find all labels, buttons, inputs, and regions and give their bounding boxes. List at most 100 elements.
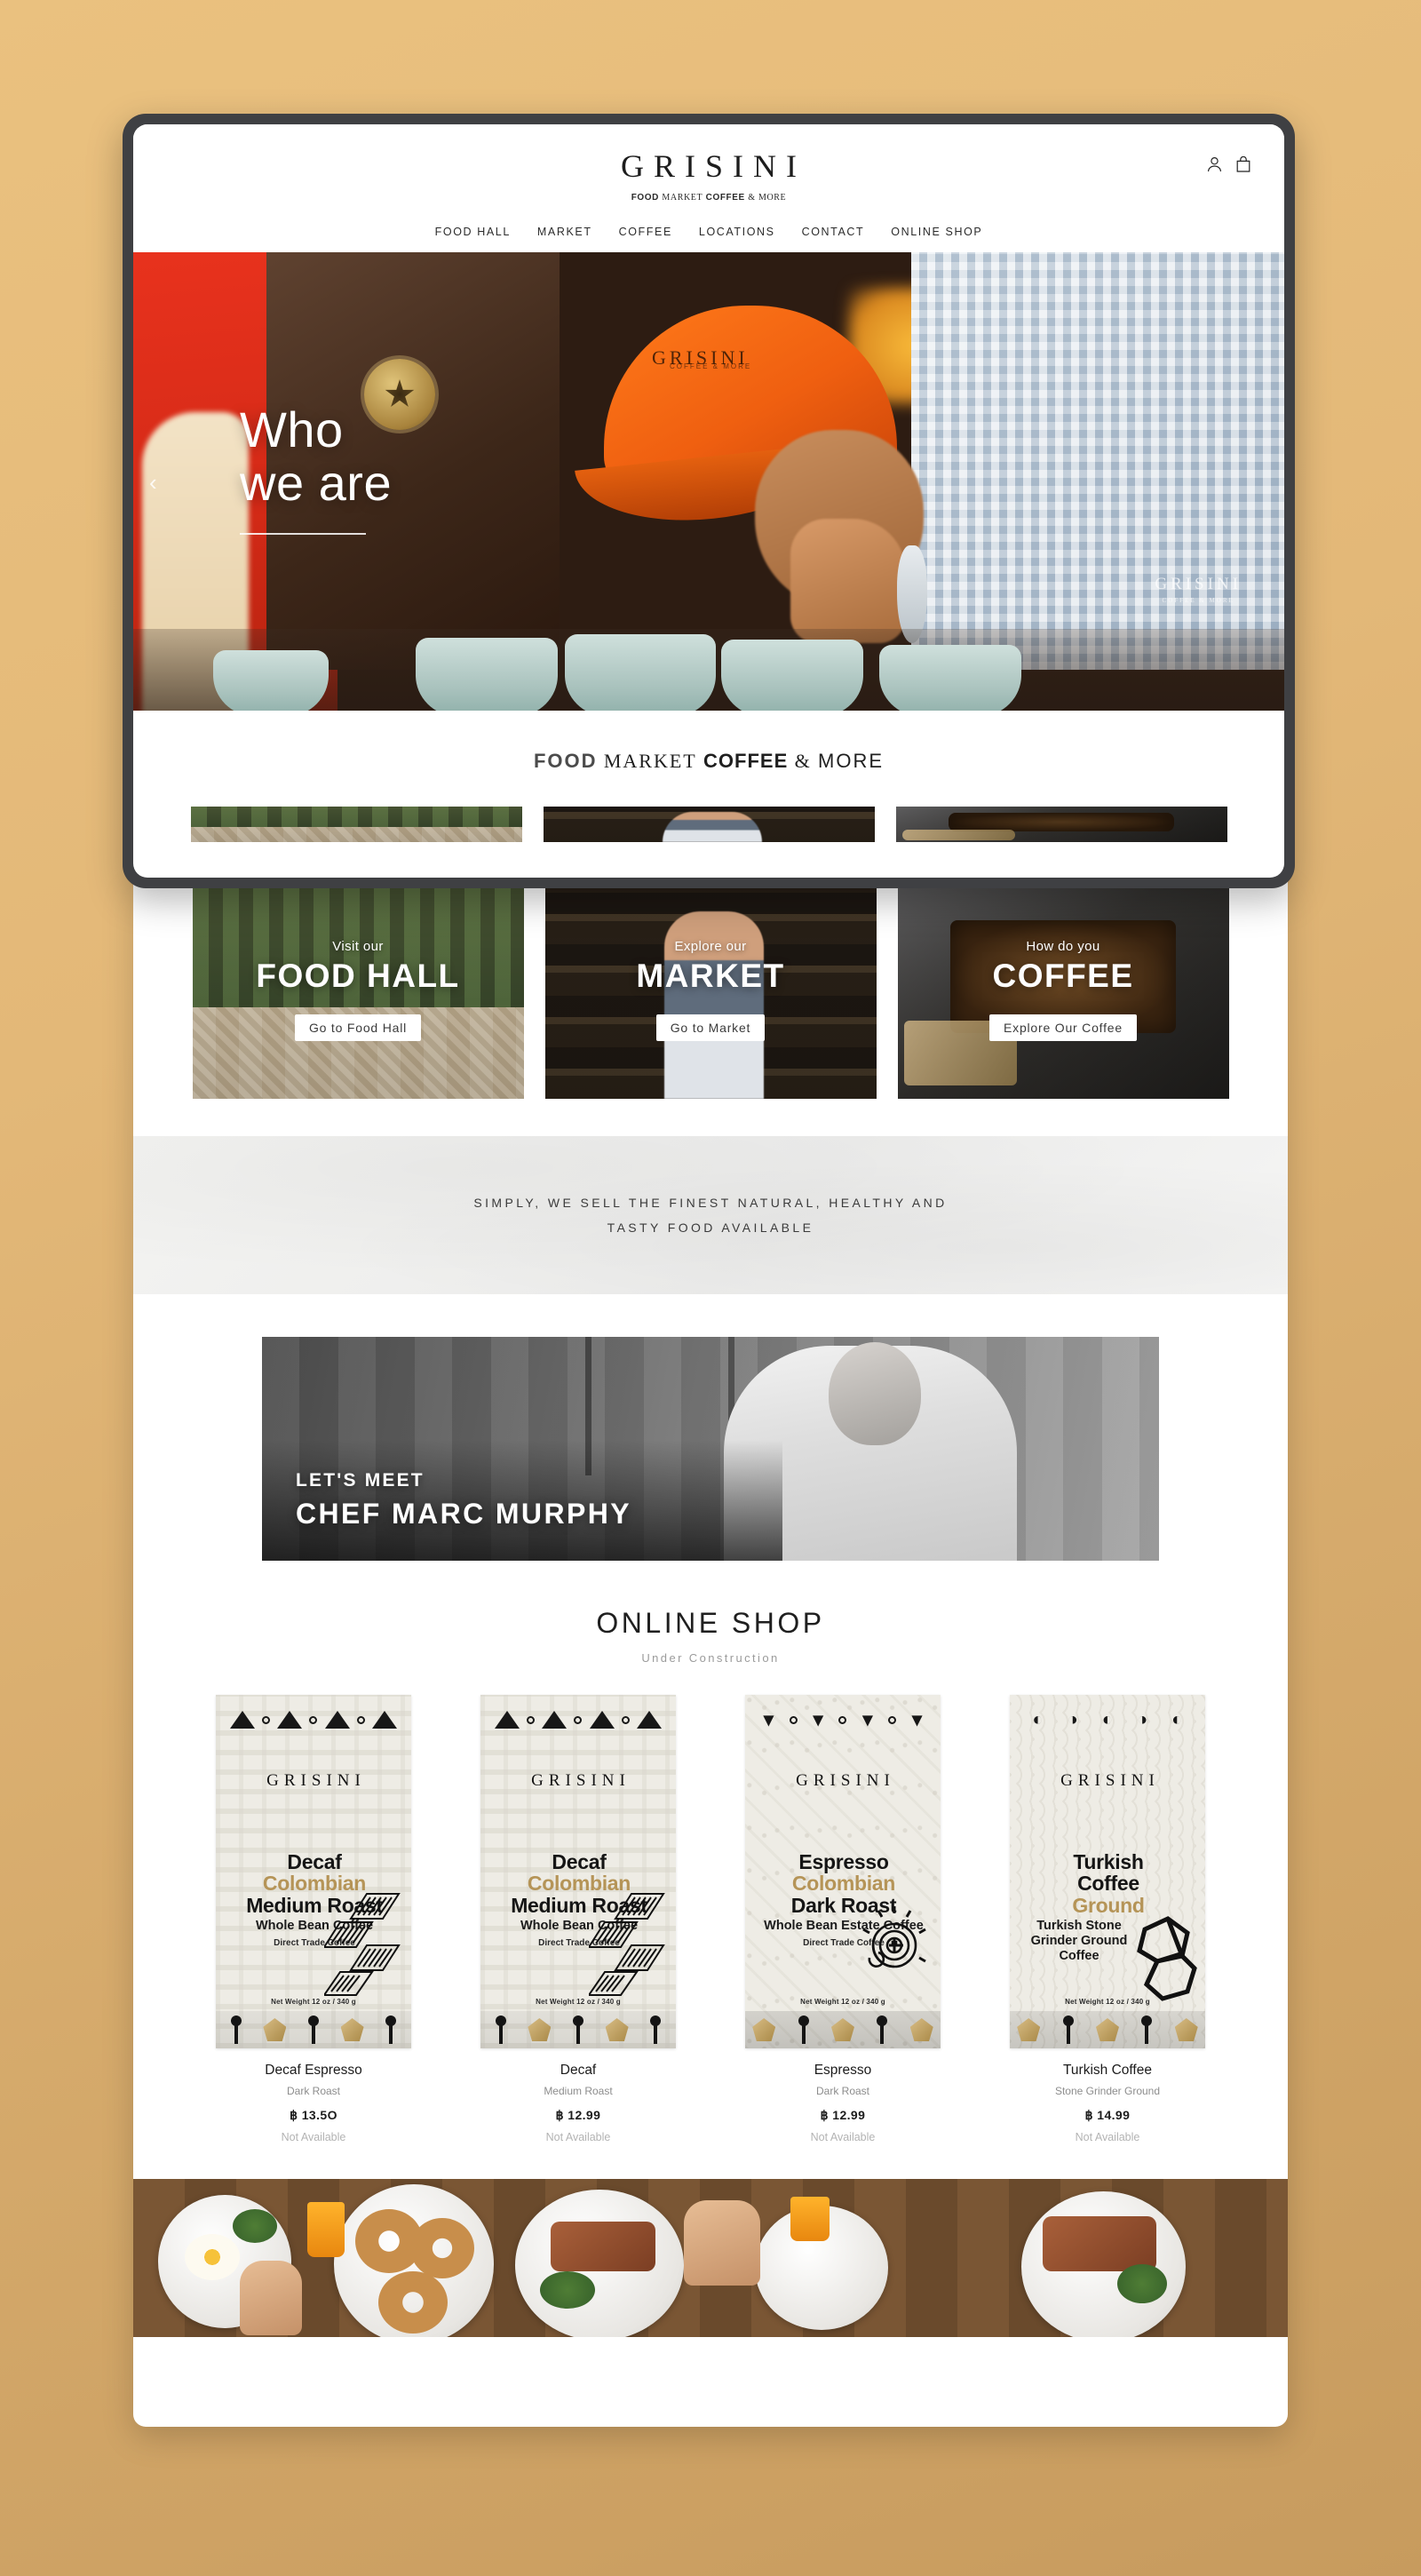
fan-icon: ◑ bbox=[1137, 1710, 1148, 1729]
fan-icon: ◐ bbox=[1171, 1710, 1183, 1729]
feature-card-photo bbox=[895, 807, 1227, 842]
bag-bottom-motif bbox=[480, 2011, 676, 2048]
triangle-icon bbox=[324, 1711, 350, 1729]
bag-line-2: Colombian bbox=[791, 1872, 896, 1896]
bag-net-weight: Net Weight 12 oz / 340 g bbox=[271, 1998, 356, 2006]
hero-photo-hand bbox=[790, 519, 906, 643]
circle-icon bbox=[838, 1715, 847, 1724]
logo-tagline-food: FOOD bbox=[631, 193, 660, 203]
product-name: Espresso bbox=[814, 2063, 872, 2078]
bag-net-weight: Net Weight 12 oz / 340 g bbox=[536, 1998, 621, 2006]
online-shop-title: ONLINE SHOP bbox=[596, 1607, 825, 1639]
mission-quote-line-2: TASTY FOOD AVAILABLE bbox=[607, 1220, 814, 1235]
triangle-icon bbox=[371, 1711, 397, 1729]
crown-icon: ▾ bbox=[763, 1708, 774, 1730]
food-photo-strip bbox=[133, 2179, 1288, 2337]
triangle-icon bbox=[589, 1711, 615, 1729]
pin-icon bbox=[1133, 2015, 1160, 2044]
pin-icon bbox=[642, 2015, 669, 2044]
feature-card-title: COFFEE bbox=[992, 958, 1134, 994]
logo-block[interactable]: GRISINI FOOD MARKET COFFEE & MORE bbox=[133, 147, 1284, 203]
crown-icon: ▾ bbox=[912, 1708, 923, 1730]
triangle-icon bbox=[277, 1711, 303, 1729]
feature-card-coffee[interactable]: How do you COFFEE Explore Our Coffee bbox=[897, 881, 1229, 1099]
bag-brand-logo: GRISINI bbox=[531, 1771, 631, 1790]
food-strip-hand bbox=[684, 2200, 760, 2286]
site-logo[interactable]: GRISINI bbox=[133, 147, 1284, 185]
nav-item-contact[interactable]: CONTACT bbox=[802, 226, 865, 238]
circle-icon bbox=[527, 1715, 536, 1724]
gold-shape-icon bbox=[830, 2018, 854, 2041]
food-item-greens bbox=[233, 2209, 277, 2243]
feature-card-food-hall[interactable]: Visit our FOOD HALL Go to Food Hall bbox=[192, 881, 524, 1099]
product-price: ฿ 13.5O bbox=[290, 2108, 337, 2122]
bag-line-4: Turkish Stone Grinder Ground Coffee bbox=[1030, 1919, 1128, 1964]
bag-line-1: Espresso bbox=[798, 1850, 889, 1873]
feature-card-market-peek[interactable] bbox=[543, 807, 875, 842]
hero-underline-rule bbox=[240, 532, 366, 535]
chef-banner-kicker: LET'S MEET bbox=[296, 1470, 425, 1491]
explore-our-coffee-button[interactable]: Explore Our Coffee bbox=[989, 1014, 1137, 1041]
hero-title: Who we are bbox=[240, 403, 392, 510]
device-frame: GRISINI FOOD MARKET COFFEE & MORE FOOD H… bbox=[123, 114, 1295, 888]
account-icon[interactable] bbox=[1207, 156, 1222, 172]
gold-shape-icon bbox=[1017, 2018, 1041, 2041]
tagline-market: MARKET bbox=[603, 750, 697, 772]
feature-card-photo bbox=[543, 807, 875, 842]
triangle-icon bbox=[636, 1711, 662, 1729]
pin-icon bbox=[223, 2015, 250, 2044]
feature-card-food-hall-peek[interactable] bbox=[190, 807, 522, 842]
logo-tagline-amp: & bbox=[748, 193, 756, 203]
hero-text-overlay: Who we are bbox=[240, 403, 392, 535]
bag-chevron-art-icon bbox=[587, 1888, 671, 1997]
brand-tagline: FOOD MARKET COFFEE & MORE bbox=[133, 750, 1284, 773]
bag-bottom-motif bbox=[1010, 2011, 1205, 2048]
feature-card-coffee-peek[interactable] bbox=[895, 807, 1227, 842]
nav-item-online-shop[interactable]: ONLINE SHOP bbox=[891, 226, 982, 238]
product-card[interactable]: ▾ ▾ ▾ ▾ GRISINI Espresso Colombian Dark … bbox=[745, 1695, 941, 2143]
nav-item-locations[interactable]: LOCATIONS bbox=[699, 226, 775, 238]
product-roast: Medium Roast bbox=[544, 2085, 613, 2097]
pin-icon bbox=[377, 2015, 404, 2044]
nav-item-coffee[interactable]: COFFEE bbox=[619, 226, 672, 238]
food-item-greens bbox=[1117, 2264, 1167, 2303]
pin-icon bbox=[565, 2015, 591, 2044]
chef-banner[interactable]: LET'S MEET CHEF MARC MURPHY bbox=[262, 1337, 1159, 1561]
product-card[interactable]: ◐ ◑ ◐ ◑ ◐ GRISINI Turkish Coffee Ground … bbox=[1010, 1695, 1205, 2143]
nav-item-market[interactable]: MARKET bbox=[537, 226, 592, 238]
crown-icon: ▾ bbox=[813, 1708, 823, 1730]
logo-tagline: FOOD MARKET COFFEE & MORE bbox=[133, 193, 1284, 203]
hero-cap-sublabel: COFFEE & MORE bbox=[670, 362, 752, 370]
hero-carousel: COFFEE & MORE GRISINI COFFEE & MORE ‹ bbox=[133, 252, 1284, 711]
hero-photo-cup bbox=[879, 645, 1021, 711]
bag-spiral-art-icon bbox=[853, 1904, 935, 2013]
bag-net-weight: Net Weight 12 oz / 340 g bbox=[800, 1998, 885, 2006]
page-footer bbox=[133, 2337, 1288, 2392]
circle-icon bbox=[574, 1715, 583, 1724]
product-card[interactable]: GRISINI Decaf Colombian Medium Roast Who… bbox=[216, 1695, 411, 2143]
product-card[interactable]: GRISINI Decaf Colombian Medium Roast Who… bbox=[480, 1695, 676, 2143]
online-shop-subtitle: Under Construction bbox=[641, 1651, 780, 1665]
logo-tagline-coffee: COFFEE bbox=[705, 193, 745, 203]
food-item-egg bbox=[185, 2234, 240, 2280]
circle-icon bbox=[789, 1715, 798, 1724]
gold-shape-icon bbox=[340, 2018, 364, 2041]
nav-item-food-hall[interactable]: FOOD HALL bbox=[435, 226, 511, 238]
hero-title-line-1: Who bbox=[240, 402, 344, 457]
product-bag-image: ▾ ▾ ▾ ▾ GRISINI Espresso Colombian Dark … bbox=[745, 1695, 941, 2048]
gold-shape-icon bbox=[1095, 2018, 1119, 2041]
hero-prev-arrow-icon[interactable]: ‹ bbox=[149, 469, 157, 497]
bag-brand-logo: GRISINI bbox=[1060, 1771, 1160, 1790]
crown-icon: ▾ bbox=[862, 1708, 873, 1730]
go-to-food-hall-button[interactable]: Go to Food Hall bbox=[294, 1014, 422, 1041]
bag-bottom-motif bbox=[216, 2011, 411, 2048]
tagline-coffee: COFFEE bbox=[703, 750, 789, 772]
feature-cards: Visit our FOOD HALL Go to Food Hall Expl… bbox=[133, 881, 1288, 1099]
shopping-bag-icon[interactable] bbox=[1236, 156, 1250, 172]
triangle-icon bbox=[542, 1711, 568, 1729]
online-shop-section: ONLINE SHOP Under Construction ‹ › bbox=[133, 1561, 1288, 2143]
main-navigation: FOOD HALL MARKET COFFEE LOCATIONS CONTAC… bbox=[133, 226, 1284, 252]
go-to-market-button[interactable]: Go to Market bbox=[655, 1014, 766, 1041]
feature-card-market[interactable]: Explore our MARKET Go to Market bbox=[544, 881, 877, 1099]
feature-card-photo bbox=[190, 807, 522, 842]
